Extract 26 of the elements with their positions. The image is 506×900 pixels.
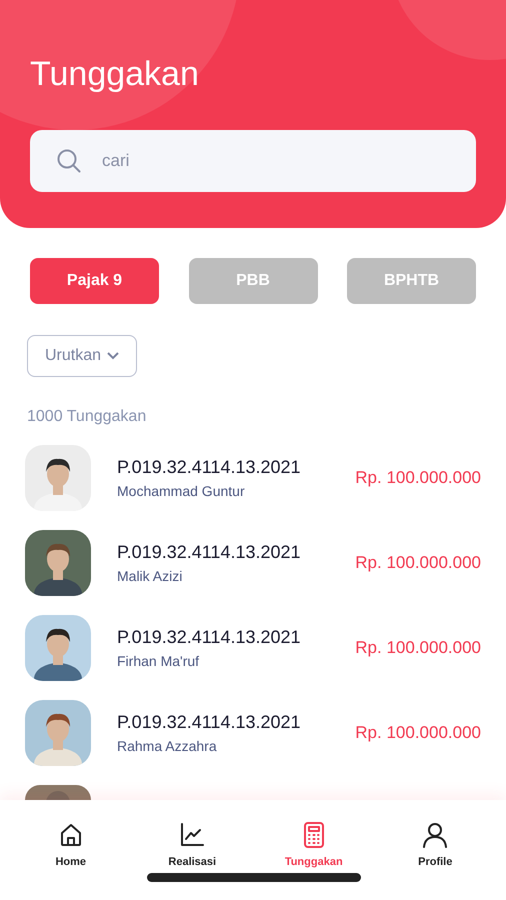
record-id: P.019.32.4114.13.2021 [117, 626, 301, 649]
search-icon [56, 148, 82, 174]
taxpayer-name: Mochammad Guntur [117, 482, 245, 501]
taxpayer-name: Firhan Ma'ruf [117, 652, 200, 671]
amount: Rp. 100.000.000 [355, 637, 481, 660]
record-id: P.019.32.4114.13.2021 [117, 711, 301, 734]
nav-item[interactable]: Profile [390, 822, 480, 870]
nav-item[interactable]: Home [26, 822, 116, 870]
nav-item[interactable]: Realisasi [147, 822, 238, 870]
search-bar[interactable]: cari [30, 130, 476, 192]
user-icon [422, 822, 448, 848]
line-chart-icon [179, 822, 206, 848]
amount: Rp. 100.000.000 [355, 552, 481, 574]
search-field[interactable]: cari [102, 148, 402, 174]
taxpayer-name: Rahma Azzahra [117, 737, 217, 756]
record-id: P.019.32.4114.13.2021 [117, 456, 301, 479]
result-count: 1000 Tunggakan [27, 407, 146, 427]
amount: Rp. 100.000.000 [355, 467, 481, 490]
filter-tab[interactable]: Pajak 9 [30, 258, 159, 304]
taxpayer-name: Malik Azizi [117, 567, 182, 586]
page-title: Tunggakan [30, 54, 199, 95]
sort-button[interactable]: Urutkan [27, 335, 138, 377]
amount: Rp. 100.000.000 [355, 722, 481, 744]
record-id: P.019.32.4114.13.2021 [117, 541, 301, 564]
nav-item[interactable]: Tunggakan [268, 822, 359, 870]
chevron-down-icon [107, 352, 120, 360]
